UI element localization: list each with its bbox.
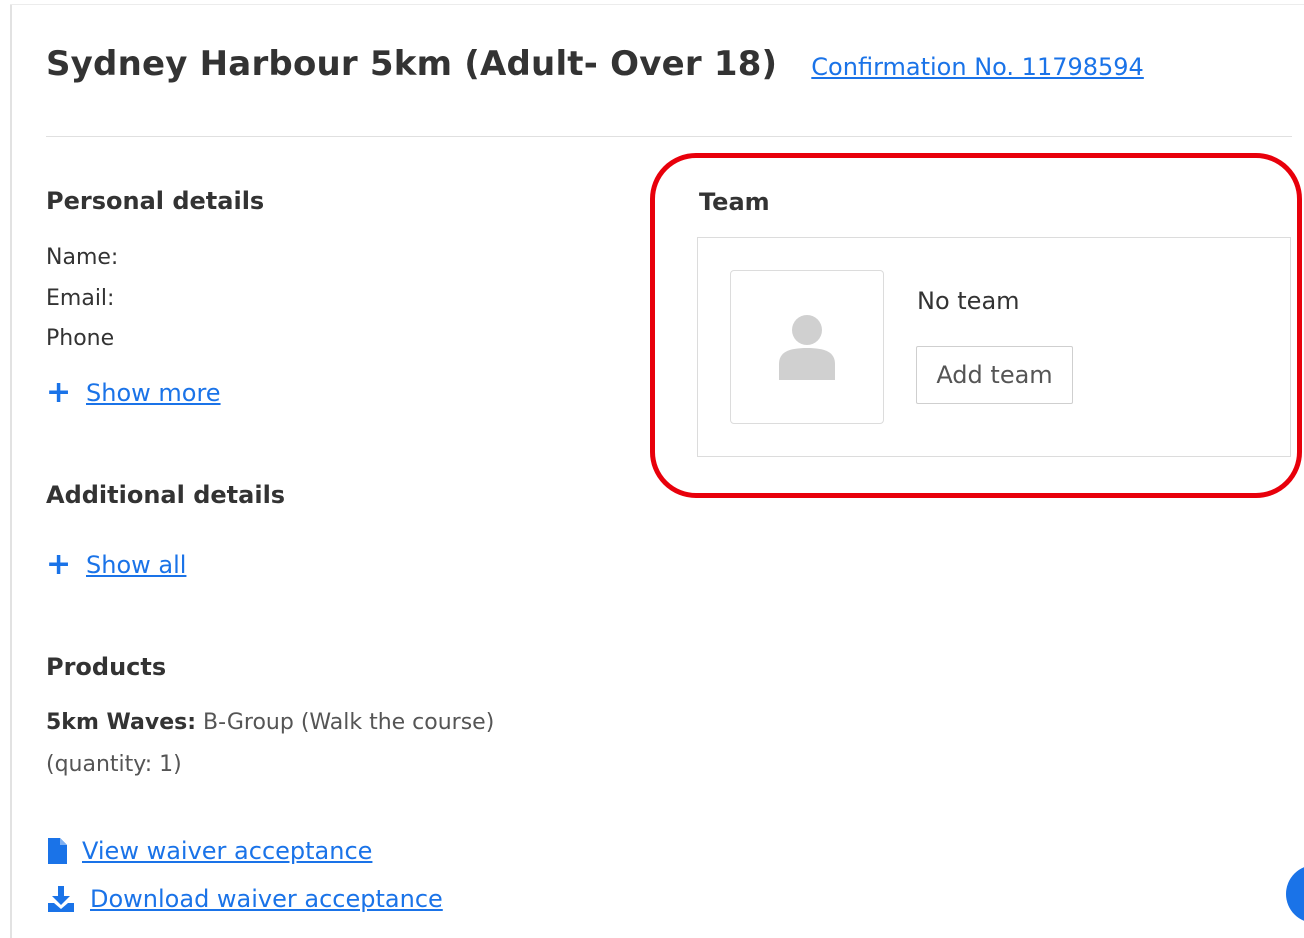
registration-header: Sydney Harbour 5km (Adult- Over 18) Conf…	[46, 44, 1144, 84]
email-label: Email:	[46, 286, 115, 311]
product-item: 5km Waves: B-Group (Walk the course)	[46, 710, 494, 735]
view-waiver-link[interactable]: View waiver acceptance	[46, 837, 372, 865]
download-icon	[46, 885, 76, 913]
download-waiver-label: Download waiver acceptance	[90, 885, 443, 913]
team-heading: Team	[699, 188, 770, 216]
add-team-button[interactable]: Add team	[916, 346, 1073, 404]
registration-detail-page: Sydney Harbour 5km (Adult- Over 18) Conf…	[0, 0, 1304, 938]
confirmation-number-link[interactable]: Confirmation No. 11798594	[811, 53, 1144, 81]
products-heading: Products	[46, 653, 167, 681]
event-title: Sydney Harbour 5km (Adult- Over 18)	[46, 44, 778, 84]
view-waiver-label: View waiver acceptance	[82, 837, 373, 865]
person-placeholder-icon	[777, 314, 837, 380]
show-all-label: Show all	[86, 551, 187, 579]
show-more-link[interactable]: + Show more	[46, 375, 221, 410]
chat-button[interactable]	[1286, 865, 1304, 923]
document-icon	[46, 837, 68, 865]
show-all-link[interactable]: + Show all	[46, 547, 187, 582]
panel-top-border	[10, 4, 1304, 5]
team-status: No team	[917, 287, 1020, 315]
download-waiver-link[interactable]: Download waiver acceptance	[46, 885, 443, 913]
phone-label: Phone	[46, 326, 115, 351]
show-more-label: Show more	[86, 379, 221, 407]
personal-details-heading: Personal details	[46, 187, 265, 215]
product-item-label: 5km Waves:	[46, 710, 197, 735]
additional-details-heading: Additional details	[46, 481, 286, 509]
product-item-value: B-Group (Walk the course)	[203, 710, 495, 735]
header-divider	[46, 136, 1292, 137]
panel-left-border	[10, 4, 12, 938]
product-quantity: (quantity: 1)	[46, 752, 182, 777]
plus-icon: +	[46, 375, 72, 410]
team-avatar	[730, 270, 884, 424]
plus-icon: +	[46, 547, 72, 582]
name-label: Name:	[46, 245, 119, 270]
